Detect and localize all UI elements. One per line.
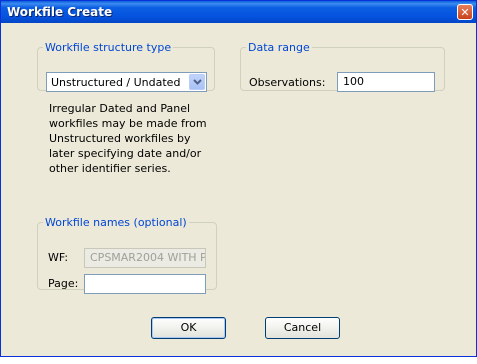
wf-label: WF: [48, 251, 69, 264]
close-icon: ✕ [460, 6, 470, 19]
dialog-body: Workfile structure type Unstructured / U… [1, 23, 476, 356]
cancel-button[interactable]: Cancel [265, 317, 340, 339]
chevron-down-icon [193, 79, 202, 85]
ok-button[interactable]: OK [151, 317, 226, 339]
info-text: Irregular Dated and Panel workfiles may … [49, 102, 207, 175]
title-bar[interactable]: Workfile Create ✕ [1, 1, 476, 23]
wf-name-input: CPSMAR2004 WITH P. [84, 248, 206, 268]
page-label: Page: [48, 277, 79, 290]
structure-type-select[interactable]: Unstructured / Undated [46, 72, 207, 92]
dropdown-arrow[interactable] [189, 74, 205, 90]
structure-type-legend: Workfile structure type [45, 41, 172, 54]
window-title: Workfile Create [7, 5, 113, 19]
data-range-group: Data range Observations: 100 [240, 41, 445, 92]
structure-type-group: Workfile structure type Unstructured / U… [37, 41, 215, 92]
page-name-input[interactable] [84, 274, 206, 294]
workfile-create-dialog: Workfile Create ✕ Workfile structure typ… [0, 0, 477, 357]
data-range-legend: Data range [248, 41, 310, 54]
structure-type-value: Unstructured / Undated [51, 76, 181, 89]
close-button[interactable]: ✕ [457, 4, 473, 20]
observations-label: Observations: [249, 76, 326, 89]
workfile-names-group: Workfile names (optional) WF: CPSMAR2004… [37, 216, 217, 294]
workfile-names-legend: Workfile names (optional) [45, 216, 187, 229]
observations-input[interactable]: 100 [337, 72, 435, 92]
